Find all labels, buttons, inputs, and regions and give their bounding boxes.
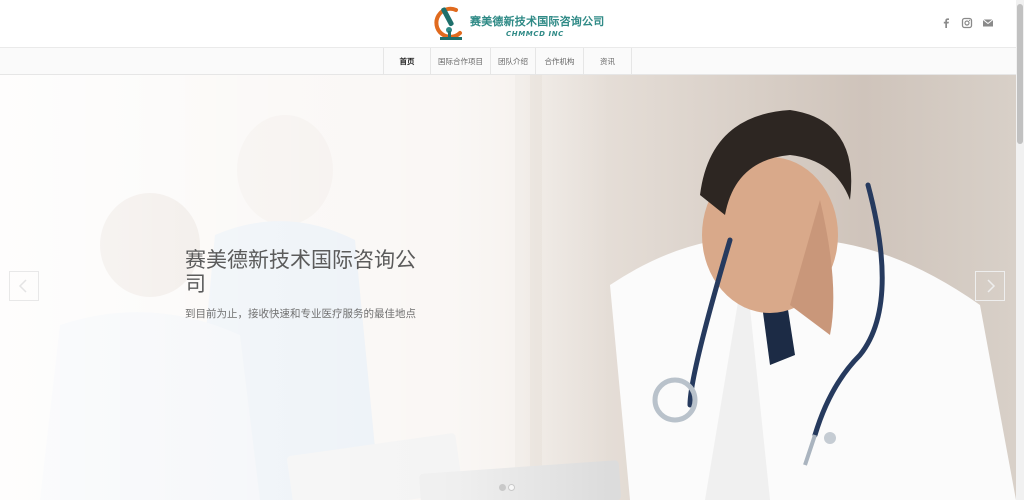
microscope-logo-icon: [434, 6, 462, 40]
slider-dot-2[interactable]: [508, 484, 515, 491]
chevron-left-icon: [9, 271, 39, 301]
scrollbar-thumb[interactable]: [1017, 4, 1023, 144]
social-links: [940, 17, 994, 29]
instagram-icon: [961, 17, 973, 29]
hero-slider: 赛美德新技术国际咨询公司 到目前为止，接收快速和专业医疗服务的最佳地点: [0, 75, 1016, 500]
nav-item-partners[interactable]: 合作机构: [536, 48, 584, 75]
hero-subtitle: 到目前为止，接收快速和专业医疗服务的最佳地点: [185, 308, 416, 320]
nav-item-international-projects[interactable]: 国际合作项目: [431, 48, 491, 75]
site-header: 赛美德新技术国际咨询公司 CHMMCD INC: [0, 0, 1016, 48]
facebook-link[interactable]: [940, 17, 952, 29]
slider-dots: [499, 484, 515, 491]
site-logo[interactable]: 赛美德新技术国际咨询公司 CHMMCD INC: [430, 3, 604, 45]
page-scrollbar[interactable]: [1016, 0, 1024, 500]
facebook-icon: [943, 18, 949, 28]
logo-name-en: CHMMCD INC: [506, 30, 564, 38]
instagram-link[interactable]: [961, 17, 973, 29]
slider-dot-1[interactable]: [499, 484, 506, 491]
hero-title: 赛美德新技术国际咨询公司: [185, 248, 416, 296]
chevron-right-icon: [975, 271, 1005, 301]
nav-item-team[interactable]: 团队介绍: [491, 48, 536, 75]
hero-background-image: [0, 75, 1016, 500]
main-nav: 首页 国际合作项目 团队介绍 合作机构 资讯: [0, 48, 1016, 75]
mail-icon: [982, 19, 994, 27]
nav-item-home[interactable]: 首页: [384, 48, 431, 75]
slider-prev-button[interactable]: [9, 271, 39, 301]
nav-menu: 首页 国际合作项目 团队介绍 合作机构 资讯: [383, 48, 632, 75]
nav-item-news[interactable]: 资讯: [584, 48, 632, 75]
mail-link[interactable]: [982, 17, 994, 29]
logo-name-cn: 赛美德新技术国际咨询公司: [470, 15, 605, 28]
slider-next-button[interactable]: [975, 271, 1005, 301]
